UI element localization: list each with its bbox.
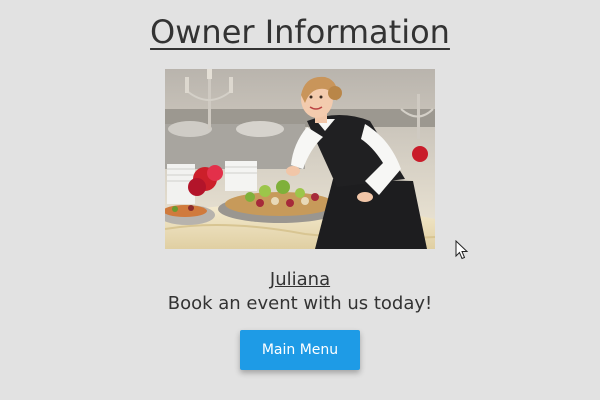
owner-photo — [165, 69, 435, 249]
mouse-pointer-icon — [455, 239, 469, 260]
owner-tagline: Book an event with us today! — [167, 293, 433, 314]
main-menu-button[interactable]: Main Menu — [240, 330, 360, 370]
owner-name: Juliana — [269, 269, 331, 290]
page-title: Owner Information — [150, 13, 450, 51]
owner-information-page: Owner Information Juliana Book an event … — [0, 0, 600, 400]
